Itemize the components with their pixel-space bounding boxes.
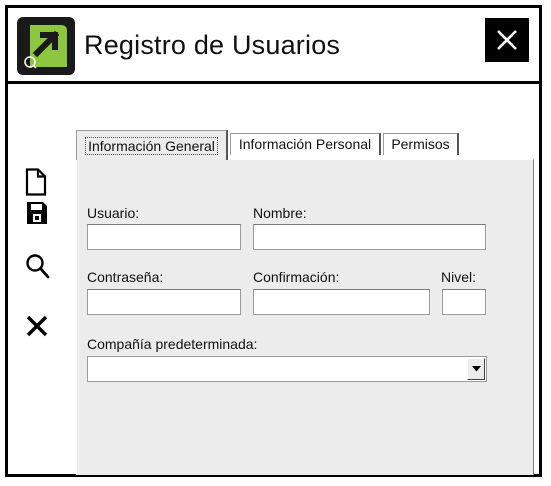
tab-label: Información General bbox=[85, 137, 218, 155]
contrasena-input[interactable] bbox=[87, 289, 241, 315]
window-header: Registro de Usuarios bbox=[8, 8, 539, 84]
dropdown-button[interactable] bbox=[467, 358, 485, 380]
tab-informacion-general[interactable]: Información General bbox=[76, 130, 228, 160]
confirmacion-label: Confirmación: bbox=[253, 269, 340, 285]
save-icon[interactable] bbox=[26, 201, 48, 225]
tab-permisos[interactable]: Permisos bbox=[383, 133, 459, 155]
chevron-down-icon bbox=[471, 366, 481, 372]
nombre-input[interactable] bbox=[253, 224, 486, 250]
search-icon[interactable] bbox=[25, 253, 51, 281]
app-logo-icon bbox=[17, 17, 75, 75]
close-icon bbox=[497, 30, 517, 50]
tab-informacion-personal[interactable]: Información Personal bbox=[230, 133, 381, 155]
compania-select[interactable] bbox=[87, 356, 487, 382]
nivel-input[interactable] bbox=[442, 289, 486, 315]
window-title: Registro de Usuarios bbox=[84, 30, 341, 60]
usuario-input[interactable] bbox=[87, 224, 241, 250]
tab-label: Información Personal bbox=[238, 136, 372, 152]
delete-icon[interactable] bbox=[25, 314, 49, 338]
nivel-label: Nivel: bbox=[441, 269, 477, 285]
contrasena-label: Contraseña: bbox=[87, 269, 164, 285]
close-button[interactable] bbox=[485, 18, 529, 62]
tab-label: Permisos bbox=[391, 136, 450, 152]
nombre-label: Nombre: bbox=[253, 205, 307, 221]
new-document-icon[interactable] bbox=[25, 168, 47, 196]
confirmacion-input[interactable] bbox=[253, 289, 430, 315]
compania-label: Compañía predeterminada: bbox=[87, 336, 258, 352]
usuario-label: Usuario: bbox=[87, 205, 140, 221]
user-registration-window: Registro de Usuarios Información General… bbox=[5, 5, 542, 477]
